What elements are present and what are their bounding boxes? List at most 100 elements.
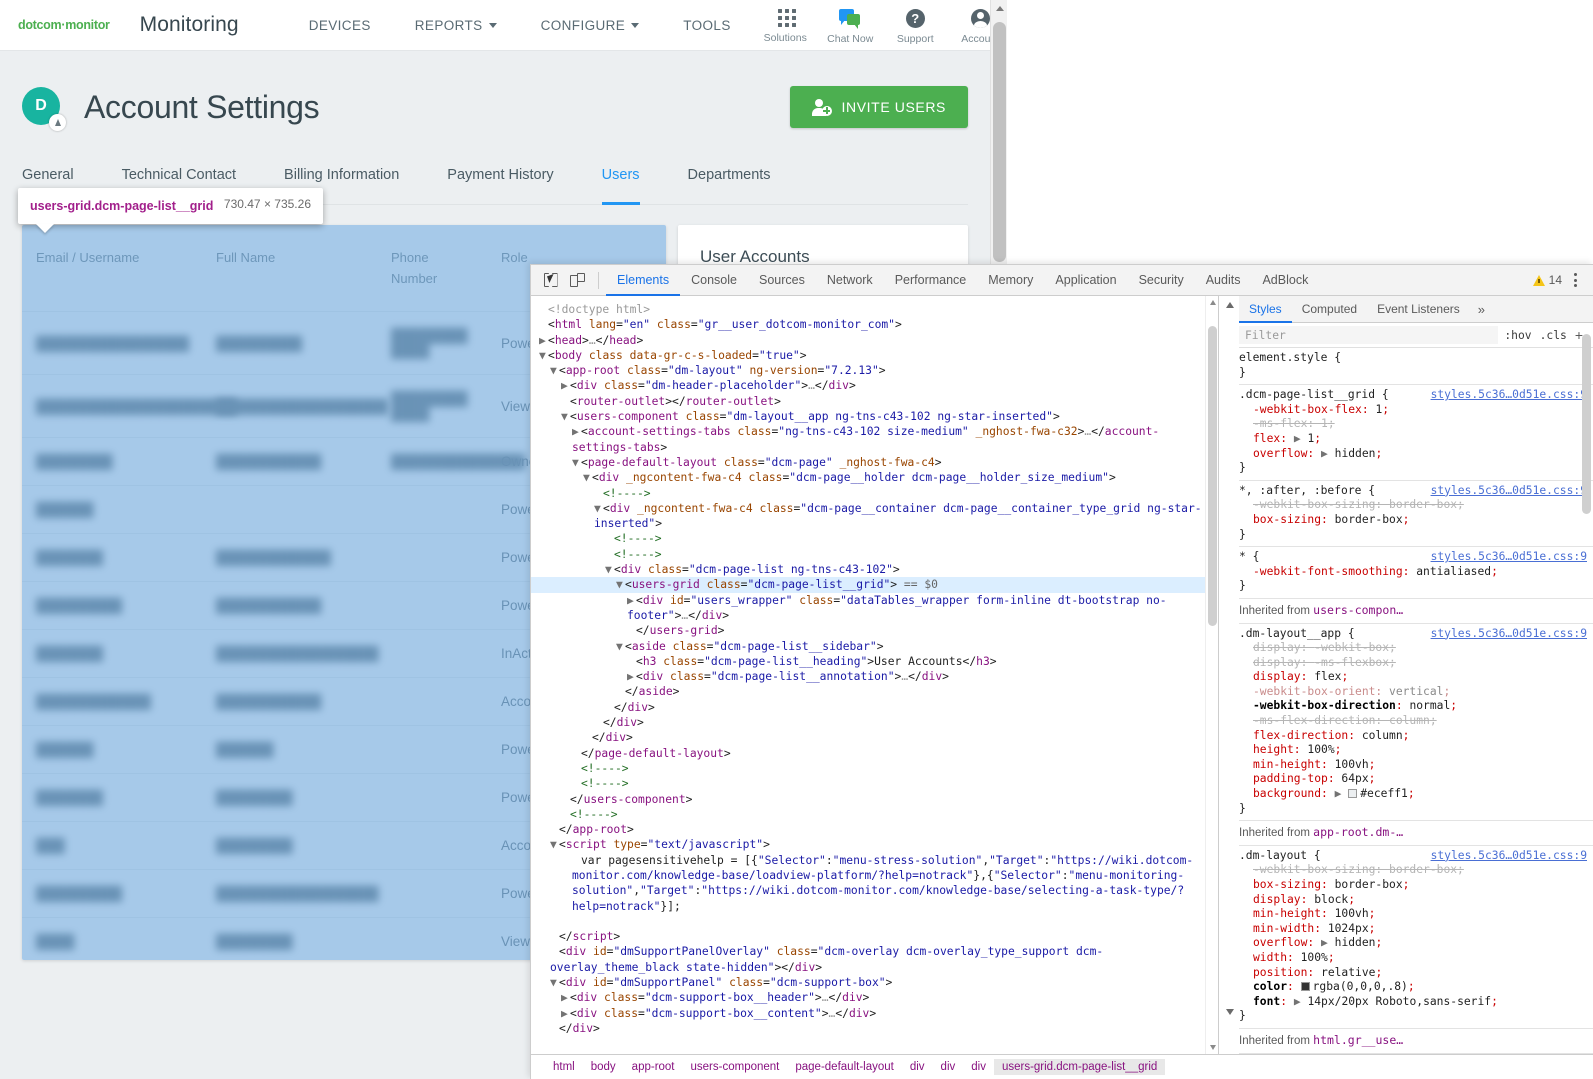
nav-item-reports[interactable]: REPORTS [393,18,519,33]
tab-security[interactable]: Security [1128,266,1195,296]
css-selector[interactable]: .dm-layout { [1239,849,1321,864]
toggle-device-toolbar-icon[interactable] [564,268,591,293]
dom-node[interactable]: ▶<div class="dm-header-placeholder">…</d… [531,378,1218,393]
dom-node[interactable]: ▼<page-default-layout class="dcm-page" _… [531,455,1218,470]
dom-node[interactable]: ▼<div class="dcm-page-list ng-tns-c43-10… [531,562,1218,577]
dom-node[interactable]: ▼<aside class="dcm-page-list__sidebar"> [531,639,1218,654]
tab-application[interactable]: Application [1044,266,1127,296]
css-source-link[interactable]: styles.5c36…0d51e.css:9 [1431,388,1593,403]
cls-toggle[interactable]: .cls [1540,329,1567,342]
inspect-element-icon[interactable] [537,268,564,293]
css-declaration[interactable]: color: rgba(0,0,0,.8); [1239,980,1593,995]
css-declaration[interactable]: min-height: 100vh; [1239,907,1593,922]
dom-node[interactable]: ▼<div id="dmSupportPanel" class="dcm-sup… [531,975,1218,990]
invite-users-button[interactable]: INVITE USERS [790,86,968,128]
css-declaration[interactable]: display: -webkit-box; [1239,641,1593,656]
nav-item-configure[interactable]: CONFIGURE [519,18,662,33]
dom-tree[interactable]: <!doctype html><html lang="en" class="gr… [531,296,1218,1036]
warning-counter[interactable]: 14 [1533,273,1562,287]
css-declaration[interactable]: -webkit-box-sizing: border-box; [1239,863,1593,878]
dom-node[interactable]: ▼<div _ngcontent-fwa-c4 class="dcm-page_… [531,470,1218,485]
dom-scroll-up-arrow[interactable] [1206,296,1219,309]
dom-node[interactable]: <h3 class="dcm-page-list__heading">User … [531,654,1218,669]
css-declaration[interactable]: padding-top: 64px; [1239,772,1593,787]
tab-performance[interactable]: Performance [884,266,978,296]
styles-filter-input[interactable]: Filter [1239,326,1498,344]
expand-triangle-icon[interactable]: ▶ [561,378,570,393]
tab-sources[interactable]: Sources [748,266,816,296]
css-declaration[interactable]: -webkit-font-smoothing: antialiased; [1239,565,1593,580]
dom-node[interactable]: ▶<head>…</head> [531,333,1218,348]
dom-tree-scrollbar[interactable] [1205,296,1218,1054]
tab-elements[interactable]: Elements [606,266,680,296]
scrollbar-thumb[interactable] [993,22,1006,262]
color-swatch[interactable] [1301,982,1310,991]
breadcrumb-item[interactable]: div [902,1059,933,1075]
more-tabs-icon[interactable]: » [1470,296,1493,322]
css-declaration[interactable]: overflow: ▶ hidden; [1239,447,1593,462]
css-declaration[interactable]: display: block; [1239,893,1593,908]
dom-node[interactable]: <!----> [531,807,1218,822]
dom-node[interactable]: ▶<div id="users_wrapper" class="dataTabl… [531,593,1218,624]
dom-node[interactable]: <!----> [531,776,1218,791]
tab-users[interactable]: Users [602,167,640,205]
css-declaration[interactable]: flex: ▶ 1; [1239,432,1593,447]
account-button[interactable]: Account [948,5,990,45]
expand-triangle-icon[interactable]: ▼ [550,975,559,990]
support-button[interactable]: ? Support [883,5,948,45]
expand-triangle-icon[interactable]: ▶ [572,424,581,439]
dom-node[interactable]: </div> [531,730,1218,745]
tab-audits[interactable]: Audits [1195,266,1252,296]
css-declaration[interactable]: position: relative; [1239,966,1593,981]
tab-adblock[interactable]: AdBlock [1251,266,1319,296]
dom-node[interactable]: ▼<script type="text/javascript"> [531,837,1218,852]
expand-triangle-icon[interactable]: ▶ [627,669,636,684]
css-declaration[interactable]: -ms-flex: 1; [1239,417,1593,432]
css-declaration[interactable]: box-sizing: border-box; [1239,513,1593,528]
tab-styles[interactable]: Styles [1239,297,1292,323]
dom-node[interactable]: </div> [531,1021,1218,1036]
dom-node[interactable]: var pagesensitivehelp = [{"Selector":"me… [531,853,1218,914]
dom-node[interactable]: </aside> [531,684,1218,699]
expand-triangle-icon[interactable]: ▼ [539,348,548,363]
scroll-up-arrow[interactable] [991,0,1008,17]
avatar[interactable]: D [22,87,62,127]
solutions-button[interactable]: Solutions [753,5,818,44]
dom-node[interactable]: ▶<div class="dcm-support-box__content">…… [531,1006,1218,1021]
expand-triangle-icon[interactable]: ▶ [539,333,548,348]
breadcrumb-item[interactable]: page-default-layout [787,1059,901,1075]
css-selector[interactable]: *, :after, :before { [1239,484,1375,499]
css-rule[interactable]: .dcm-page-list__grid {styles.5c36…0d51e.… [1239,385,1593,481]
dom-node[interactable]: </div> [531,715,1218,730]
expand-triangle-icon[interactable]: ▼ [561,409,570,424]
breadcrumb-item[interactable]: body [583,1059,624,1075]
dom-node[interactable]: ▶<account-settings-tabs class="ng-tns-c4… [531,424,1218,455]
dom-node-selected[interactable]: ▼<users-grid class="dcm-page-list__grid"… [531,577,1218,592]
css-declaration[interactable]: -webkit-box-sizing: border-box; [1239,498,1593,513]
dom-node[interactable]: </users-component> [531,792,1218,807]
css-rule[interactable]: * {styles.5c36…0d51e.css:9-webkit-font-s… [1239,547,1593,599]
expand-triangle-icon[interactable]: ▼ [583,470,592,485]
styles-scrollbar-thumb[interactable] [1582,334,1591,514]
dom-node[interactable]: ▼<app-root class="dm-layout" ng-version=… [531,363,1218,378]
styles-scroll-down-arrow[interactable] [1223,1005,1236,1018]
breadcrumb-item[interactable]: users-grid.dcm-page-list__grid [994,1059,1165,1075]
tab-computed[interactable]: Computed [1292,297,1367,323]
expand-triangle-icon[interactable]: ▶ [627,593,636,608]
css-rule[interactable]: *, :after, :before {styles.5c36…0d51e.cs… [1239,481,1593,547]
tab-network[interactable]: Network [816,266,884,296]
nav-item-devices[interactable]: DEVICES [287,18,393,33]
breadcrumb-item[interactable]: div [933,1059,964,1075]
css-declaration[interactable]: overflow: ▶ hidden; [1239,936,1593,951]
css-source-link[interactable]: styles.5c36…0d51e.css:9 [1431,849,1593,864]
css-declaration[interactable]: box-sizing: border-box; [1239,878,1593,893]
column-header-full-name[interactable]: Full Name [202,225,377,312]
dom-node[interactable]: ▼<users-component class="dm-layout__app … [531,409,1218,424]
kebab-menu-icon[interactable] [1568,273,1583,287]
dom-node[interactable]: ▶<div class="dcm-page-list__annotation">… [531,669,1218,684]
css-declaration[interactable]: display: flex; [1239,670,1593,685]
css-source-link[interactable]: styles.5c36…0d51e.css:9 [1431,627,1593,642]
css-declaration[interactable]: min-height: 100vh; [1239,758,1593,773]
css-declaration[interactable]: -webkit-box-orient: vertical; [1239,685,1593,700]
dom-node[interactable]: ▼<body class data-gr-c-s-loaded="true"> [531,348,1218,363]
